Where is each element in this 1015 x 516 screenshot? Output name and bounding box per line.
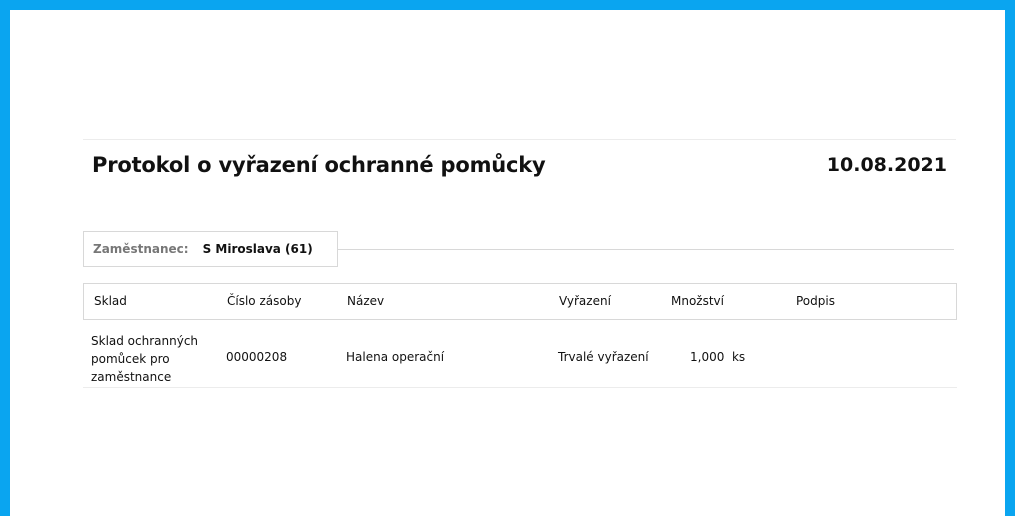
employee-box: Zaměstnanec: S Miroslava (61): [83, 231, 338, 267]
cell-sklad: Sklad ochranných pomůcek pro zaměstnance: [91, 332, 221, 386]
cell-sklad-line: pomůcek pro: [91, 352, 170, 366]
header-mnozstvi: Množství: [671, 294, 724, 308]
header-nazev: Název: [347, 294, 385, 308]
document-title: Protokol o vyřazení ochranné pomůcky: [92, 153, 546, 177]
header-divider: [83, 139, 956, 140]
header-vyrazeni: Vyřazení: [559, 294, 611, 308]
table-row: Sklad ochranných pomůcek pro zaměstnance…: [83, 330, 957, 388]
table-header: Sklad Číslo zásoby Název Vyřazení Množst…: [83, 283, 957, 320]
employee-label: Zaměstnanec:: [93, 242, 189, 256]
header-sklad: Sklad: [94, 294, 127, 308]
header-cislo-zasoby: Číslo zásoby: [227, 294, 302, 308]
document-page: Protokol o vyřazení ochranné pomůcky 10.…: [10, 10, 1005, 516]
employee-value: S Miroslava (61): [202, 242, 313, 256]
cell-cislo-zasoby: 00000208: [226, 350, 288, 364]
document-date: 10.08.2021: [826, 154, 947, 176]
cell-sklad-line: zaměstnance: [91, 370, 172, 384]
cell-sklad-line: Sklad ochranných: [91, 334, 199, 348]
cell-mnozstvi: 1,000 ks: [690, 350, 746, 364]
employee-divider: [338, 249, 954, 250]
cell-vyrazeni: Trvalé vyřazení: [558, 350, 649, 364]
cell-nazev: Halena operační: [346, 350, 445, 364]
header-podpis: Podpis: [796, 294, 835, 308]
